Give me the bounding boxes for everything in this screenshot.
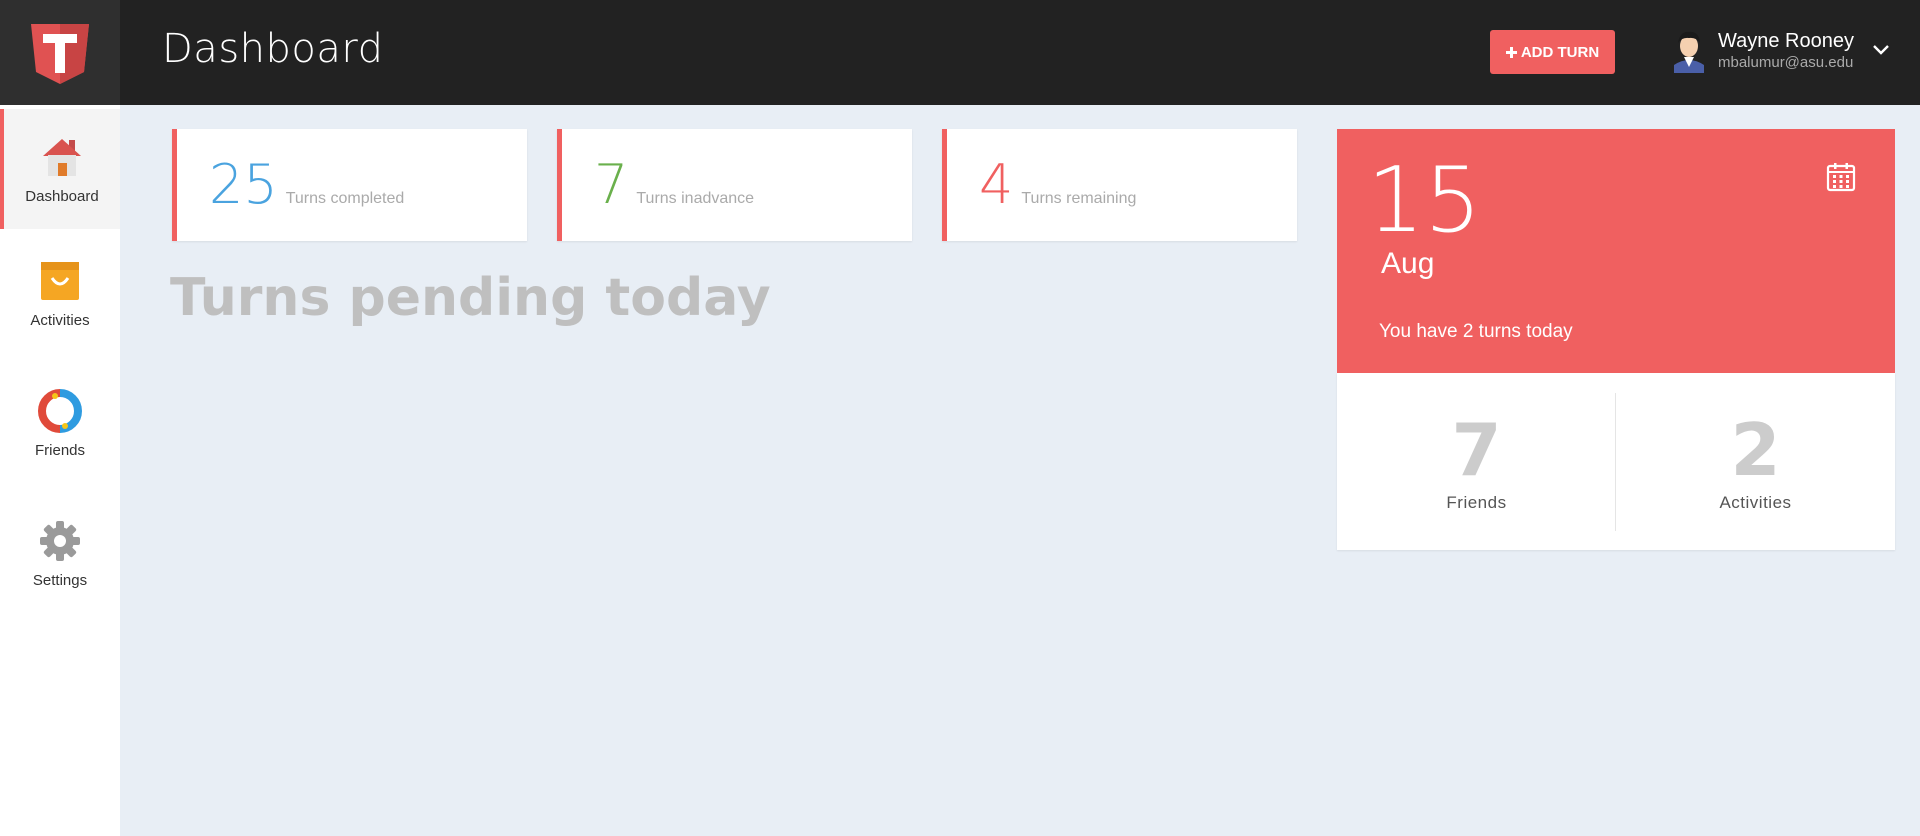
- count-value: 7: [1451, 407, 1502, 492]
- stat-value: 7: [594, 153, 629, 216]
- stat-label: Turns inadvance: [636, 190, 755, 207]
- sidebar-item-label: Friends: [34, 441, 86, 459]
- add-turn-button[interactable]: ADD TURN: [1490, 30, 1615, 74]
- date-card: 15 Aug You have 2 turns today: [1337, 129, 1895, 373]
- count-label: Activities: [1719, 492, 1792, 512]
- sidebar-item-label: Dashboard: [25, 187, 99, 205]
- stat-label: Turns remaining: [1021, 190, 1137, 207]
- home-icon: [43, 138, 81, 176]
- stat-card-inadvance: 7 Turns inadvance: [557, 129, 912, 241]
- shopping-bag-icon: [41, 261, 79, 300]
- date-day: 15: [1367, 148, 1482, 253]
- stat-label: Turns completed: [285, 190, 405, 207]
- stat-value: 25: [209, 153, 278, 216]
- count-label: Friends: [1446, 492, 1507, 512]
- stat-value: 4: [979, 153, 1014, 216]
- plus-icon: [1505, 46, 1517, 58]
- sidebar-item-settings[interactable]: Settings: [0, 493, 120, 613]
- user-name: Wayne Rooney: [1718, 30, 1854, 52]
- sidebar-item-label: Activities: [30, 311, 90, 329]
- avatar: [1674, 31, 1704, 73]
- main-content: 25 Turns completed 7 Turns inadvance 4 T…: [120, 105, 1920, 836]
- activities-count[interactable]: 2 Activities: [1616, 373, 1895, 550]
- sidebar-item-label: Settings: [32, 571, 88, 589]
- sidebar: Dashboard Activities Friends Settings: [0, 105, 120, 836]
- page-title: Dashboard: [162, 26, 384, 72]
- date-month: Aug: [1381, 247, 1435, 280]
- sidebar-item-dashboard[interactable]: Dashboard: [0, 109, 120, 229]
- gear-icon: [40, 520, 80, 561]
- sidebar-item-friends[interactable]: Friends: [0, 363, 120, 483]
- counts-card: 7 Friends 2 Activities: [1337, 373, 1895, 550]
- stat-card-completed: 25 Turns completed: [172, 129, 527, 241]
- friends-count[interactable]: 7 Friends: [1337, 373, 1616, 550]
- turns-today-message: You have 2 turns today: [1379, 321, 1573, 342]
- pending-turns-heading: Turns pending today: [170, 268, 771, 328]
- calendar-icon[interactable]: [1825, 161, 1857, 193]
- user-menu[interactable]: Wayne Rooney mbalumur@asu.edu: [1672, 26, 1854, 76]
- logo-shield-icon: [31, 23, 89, 84]
- app-logo[interactable]: [0, 0, 120, 105]
- stat-card-remaining: 4 Turns remaining: [942, 129, 1297, 241]
- sidebar-item-activities[interactable]: Activities: [0, 233, 120, 353]
- top-bar: Dashboard ADD TURN Wayne Rooney mbalumur…: [0, 0, 1920, 105]
- chevron-down-icon[interactable]: [1870, 38, 1892, 60]
- user-email: mbalumur@asu.edu: [1718, 54, 1854, 71]
- add-turn-label: ADD TURN: [1520, 43, 1600, 61]
- friends-ring-icon: [38, 388, 82, 433]
- count-value: 2: [1730, 407, 1781, 492]
